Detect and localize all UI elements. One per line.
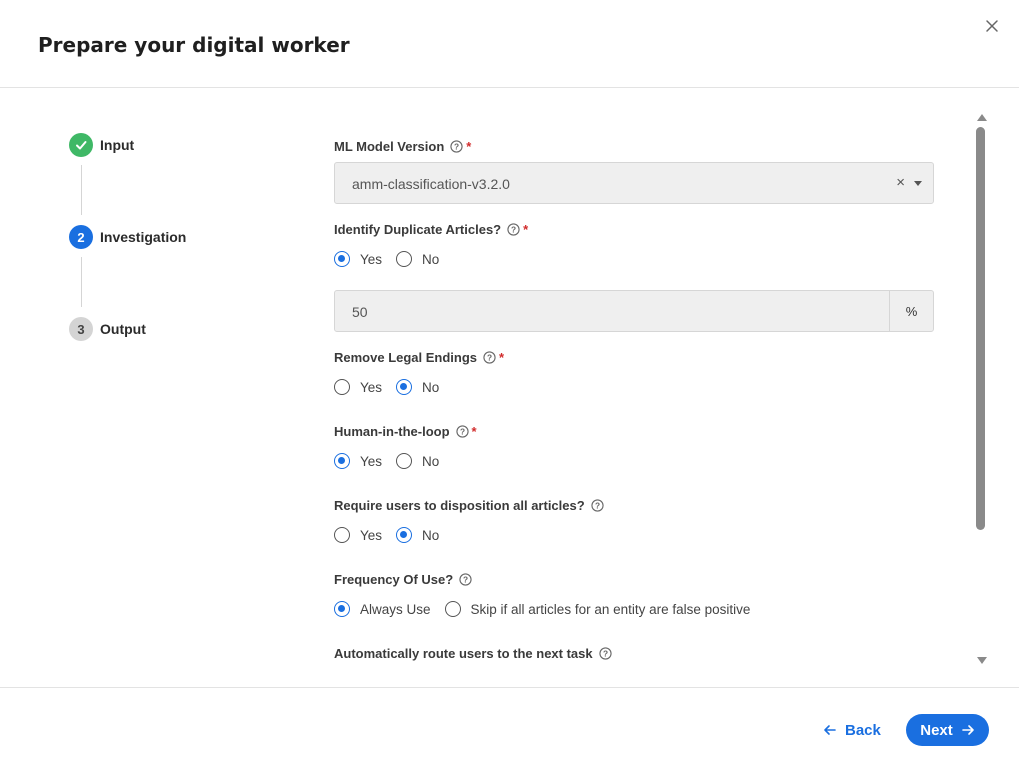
auto-route-label: Automatically route users to the next ta… (334, 646, 612, 661)
disposition-radio-group: Yes No (334, 527, 453, 543)
threshold-value: 50 (352, 304, 368, 320)
radio-indicator (334, 251, 350, 267)
next-button-label: Next (920, 721, 953, 739)
back-button-label: Back (845, 721, 881, 739)
next-button[interactable]: Next (906, 714, 989, 746)
step-label: Investigation (100, 229, 187, 245)
dialog-title: Prepare your digital worker (38, 33, 350, 57)
scrollbar-thumb[interactable] (976, 127, 985, 530)
arrow-right-icon (961, 725, 974, 735)
help-icon[interactable]: ? (455, 425, 469, 438)
legal-endings-label: Remove Legal Endings ? * (334, 350, 505, 365)
help-icon[interactable]: ? (598, 647, 612, 660)
required-marker: * (466, 139, 472, 154)
hitl-label: Human-in-the-loop ? * (334, 424, 477, 439)
step-label: Output (100, 321, 146, 337)
duplicates-no-radio[interactable]: No (396, 251, 439, 267)
required-marker: * (523, 222, 529, 237)
chevron-down-icon[interactable] (914, 181, 922, 186)
percent-unit: % (889, 291, 933, 331)
duplicates-yes-radio[interactable]: Yes (334, 251, 382, 267)
step-number: 3 (69, 317, 93, 341)
model-version-select[interactable]: amm-classification-v3.2.0 × (334, 162, 934, 204)
disposition-no-radio[interactable]: No (396, 527, 439, 543)
svg-text:?: ? (463, 574, 468, 584)
model-version-label: ML Model Version ? * (334, 139, 472, 154)
svg-text:?: ? (595, 500, 600, 510)
radio-indicator (396, 453, 413, 469)
close-icon[interactable] (982, 16, 1002, 36)
step-investigation[interactable]: 2 Investigation (69, 225, 186, 249)
help-icon[interactable]: ? (483, 351, 496, 364)
svg-text:?: ? (454, 141, 459, 151)
svg-text:?: ? (603, 648, 608, 658)
svg-text:?: ? (487, 352, 492, 362)
help-icon[interactable]: ? (450, 140, 463, 153)
step-output[interactable]: 3 Output (69, 317, 146, 341)
select-value: amm-classification-v3.2.0 (352, 176, 510, 192)
radio-indicator (396, 527, 413, 543)
radio-indicator (444, 601, 461, 617)
help-icon[interactable]: ? (591, 499, 604, 512)
step-connector (81, 257, 82, 307)
scrollbar[interactable] (974, 110, 988, 668)
hitl-yes-radio[interactable]: Yes (334, 453, 382, 469)
step-number: 2 (69, 225, 93, 249)
frequency-radio-group: Always Use Skip if all articles for an e… (334, 601, 764, 617)
check-icon (69, 133, 93, 157)
legal-endings-yes-radio[interactable]: Yes (334, 379, 382, 395)
dialog-header: Prepare your digital worker (0, 0, 1019, 88)
step-connector (81, 165, 82, 215)
svg-text:?: ? (459, 426, 464, 436)
disposition-yes-radio[interactable]: Yes (334, 527, 382, 543)
threshold-input[interactable]: 50 % (334, 290, 934, 332)
frequency-always-radio[interactable]: Always Use (334, 601, 431, 617)
hitl-no-radio[interactable]: No (396, 453, 439, 469)
required-marker: * (499, 350, 505, 365)
hitl-radio-group: Yes No (334, 453, 453, 469)
radio-indicator (396, 251, 413, 267)
required-marker: * (471, 424, 477, 439)
radio-indicator (334, 453, 350, 469)
scroll-down-arrow-icon[interactable] (977, 657, 987, 664)
radio-indicator (334, 527, 350, 543)
frequency-skip-radio[interactable]: Skip if all articles for an entity are f… (444, 601, 750, 617)
duplicates-radio-group: Yes No (334, 251, 453, 267)
help-icon[interactable]: ? (459, 573, 472, 586)
svg-text:?: ? (511, 224, 516, 234)
radio-indicator (334, 379, 350, 395)
radio-indicator (334, 601, 350, 617)
scroll-up-arrow-icon[interactable] (977, 114, 987, 121)
duplicates-label: Identify Duplicate Articles? ? * (334, 222, 529, 237)
legal-endings-no-radio[interactable]: No (396, 379, 439, 395)
arrow-left-icon (824, 725, 836, 735)
step-input[interactable]: Input (69, 133, 134, 157)
back-button[interactable]: Back (815, 715, 889, 745)
disposition-label: Require users to disposition all article… (334, 498, 604, 513)
help-icon[interactable]: ? (507, 223, 520, 236)
radio-indicator (396, 379, 413, 395)
step-label: Input (100, 137, 135, 153)
frequency-label: Frequency Of Use? ? (334, 572, 472, 587)
legal-endings-radio-group: Yes No (334, 379, 453, 395)
clear-icon[interactable]: × (896, 174, 905, 191)
